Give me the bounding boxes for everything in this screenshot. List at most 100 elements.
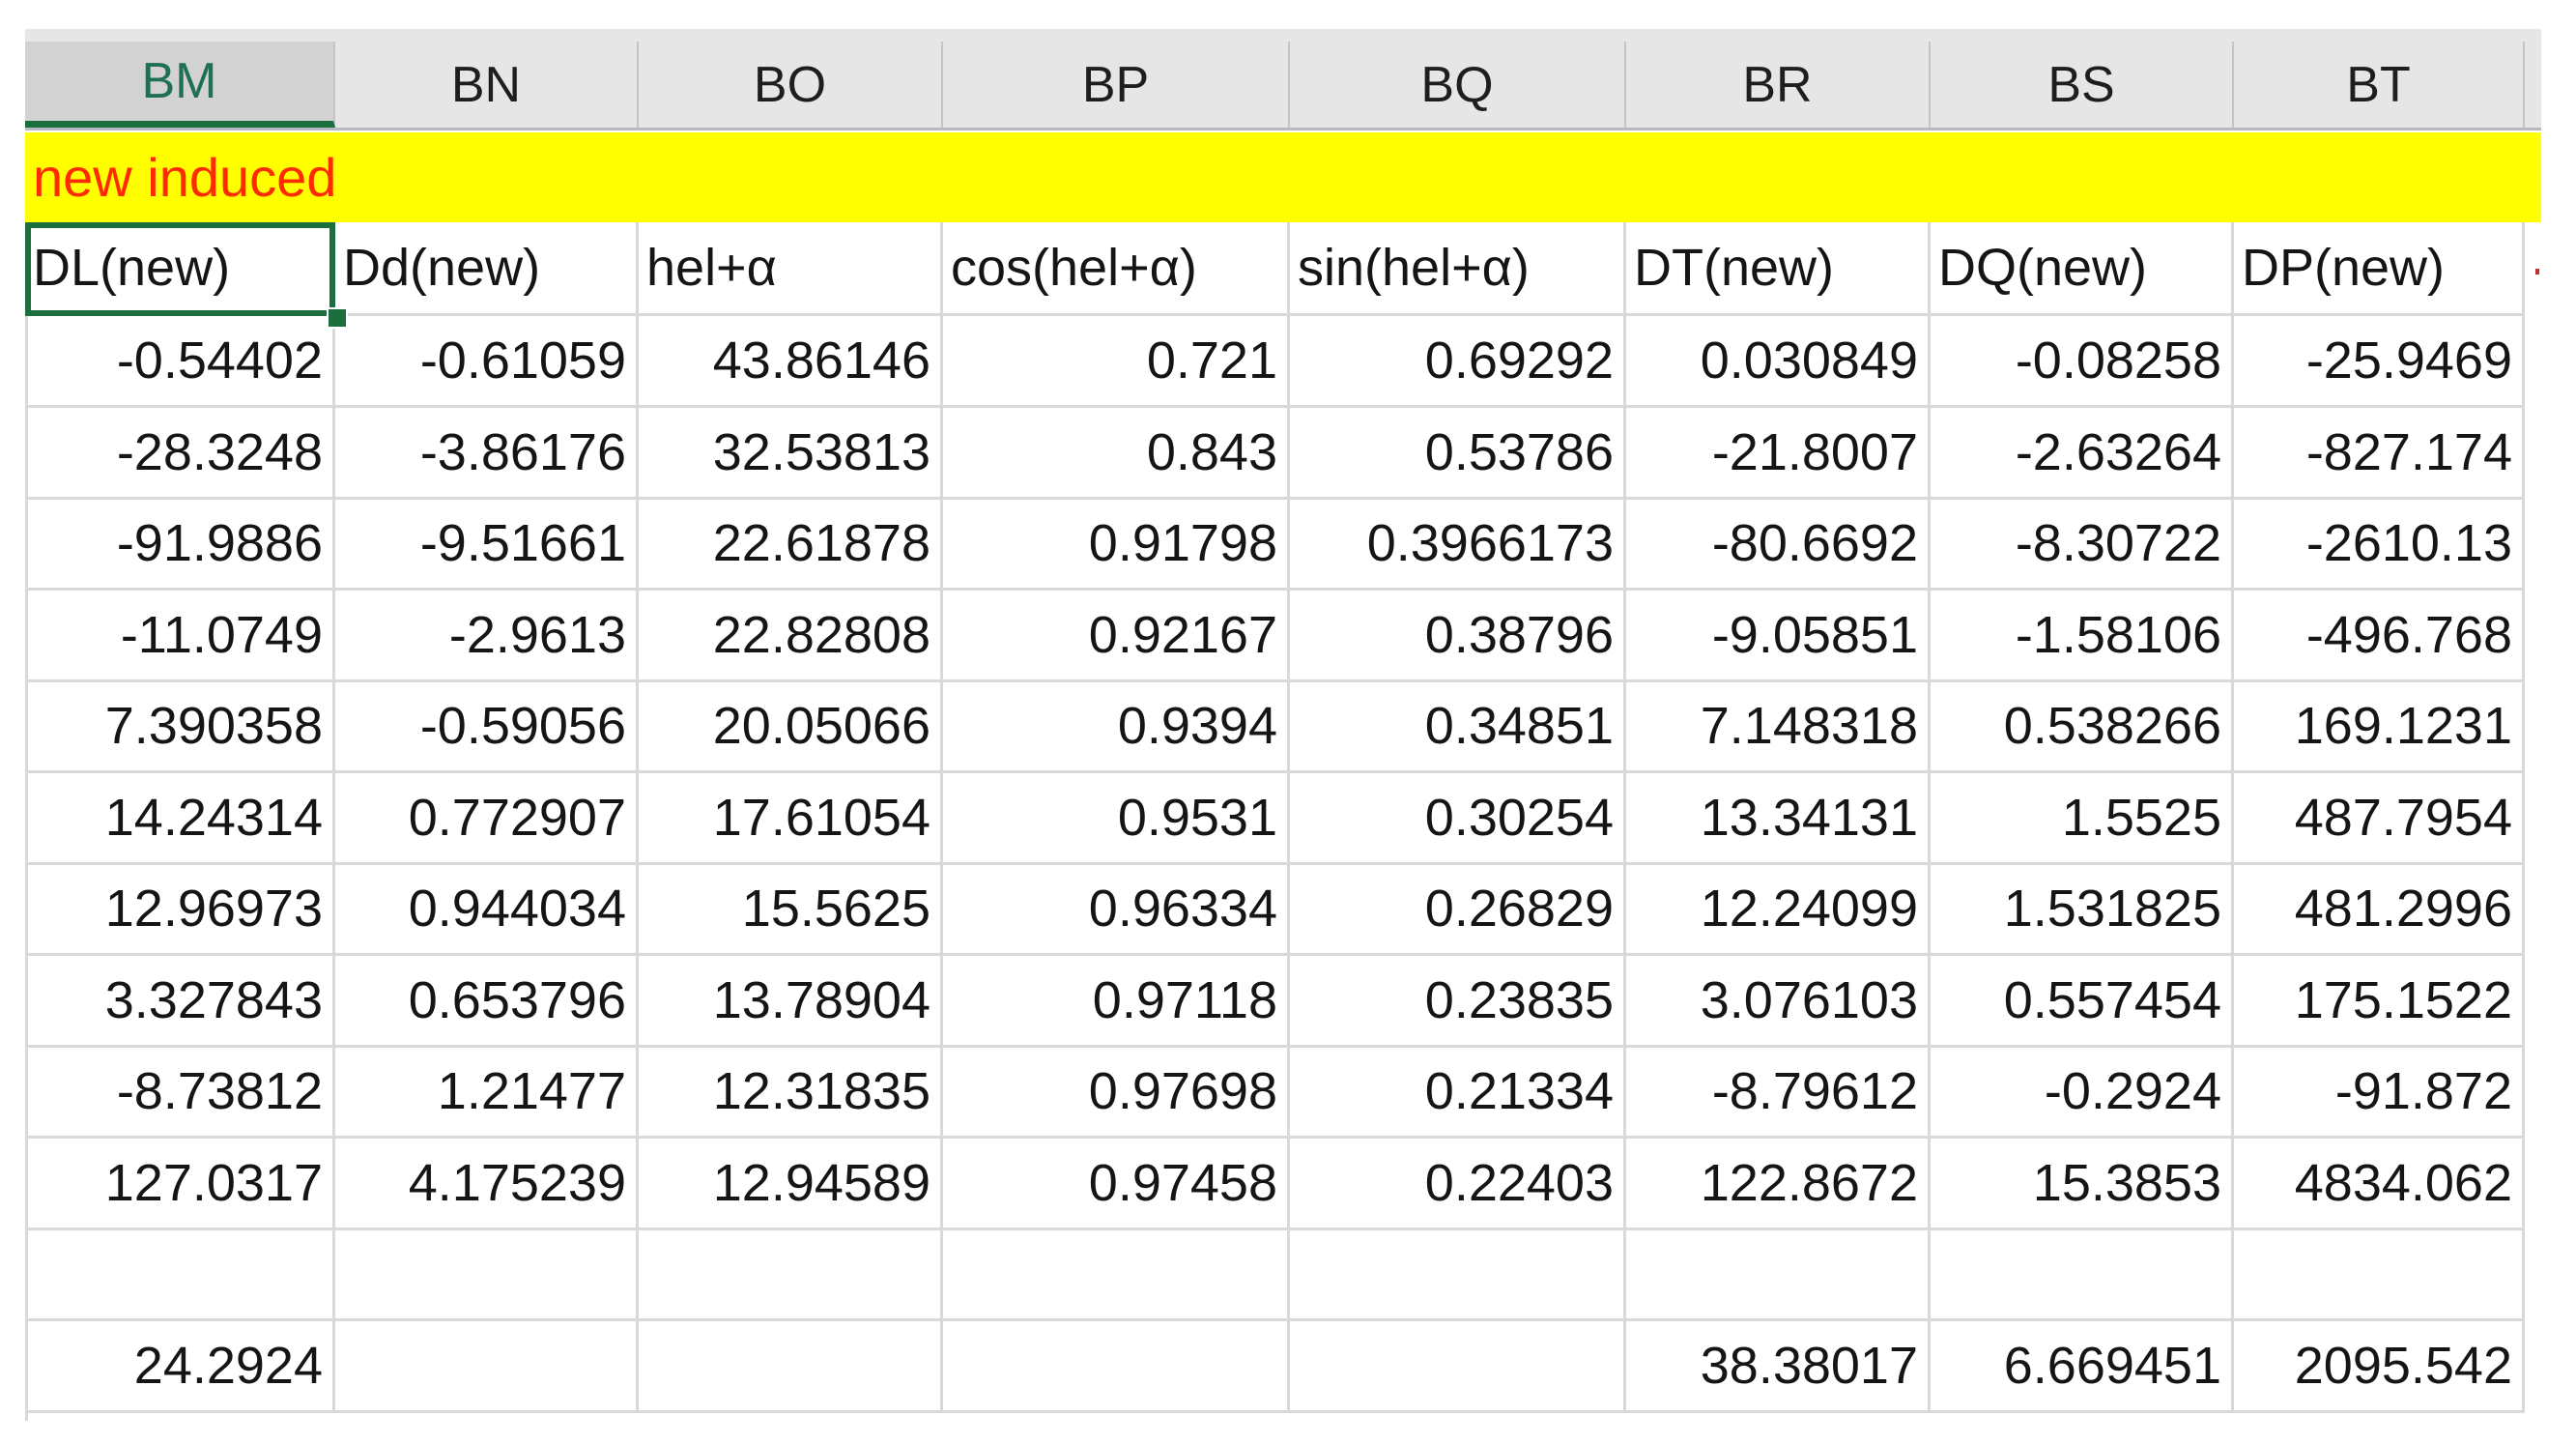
data-cell[interactable]: 0.538266	[1931, 681, 2234, 773]
data-cell[interactable]	[943, 1321, 1290, 1413]
data-cell[interactable]	[335, 1229, 639, 1321]
data-cell[interactable]: 1.531825	[1931, 864, 2234, 956]
data-cell[interactable]: 0.26829	[1290, 864, 1626, 956]
data-cell[interactable]	[2234, 1229, 2525, 1321]
data-cell[interactable]: 13.34131	[1626, 773, 1931, 865]
data-cell[interactable]: 24.2924	[25, 1321, 335, 1413]
data-cell[interactable]: 1.21477	[335, 1047, 639, 1139]
data-cell[interactable]: 4834.062	[2234, 1139, 2525, 1230]
column-header-bq[interactable]: BQ	[1290, 42, 1626, 128]
data-cell[interactable]: -91.9886	[25, 499, 335, 591]
data-cell[interactable]: 0.030849	[1626, 316, 1931, 408]
data-cell[interactable]: 127.0317	[25, 1139, 335, 1230]
column-header-br[interactable]: BR	[1626, 42, 1931, 128]
data-cell[interactable]: 0.97458	[943, 1139, 1290, 1230]
data-cell[interactable]	[1626, 1229, 1931, 1321]
data-cell[interactable]: -496.768	[2234, 591, 2525, 682]
label-cell[interactable]: hel+α	[639, 222, 943, 316]
data-cell[interactable]: 6.669451	[1931, 1321, 2234, 1413]
data-cell[interactable]: -827.174	[2234, 408, 2525, 500]
data-cell[interactable]: 0.91798	[943, 499, 1290, 591]
data-cell[interactable]: 38.38017	[1626, 1321, 1931, 1413]
data-cell[interactable]: 0.843	[943, 408, 1290, 500]
data-cell[interactable]: 0.97118	[943, 956, 1290, 1048]
data-cell[interactable]: 0.3966173	[1290, 499, 1626, 591]
fill-handle[interactable]	[327, 307, 348, 329]
data-cell[interactable]: 3.327843	[25, 956, 335, 1048]
data-cell[interactable]: 15.5625	[639, 864, 943, 956]
data-cell[interactable]: 0.69292	[1290, 316, 1626, 408]
data-cell[interactable]: -2610.13	[2234, 499, 2525, 591]
data-cell[interactable]: -9.51661	[335, 499, 639, 591]
data-cell[interactable]: -8.30722	[1931, 499, 2234, 591]
data-cell[interactable]: 12.31835	[639, 1047, 943, 1139]
data-cell[interactable]: 175.1522	[2234, 956, 2525, 1048]
data-cell[interactable]	[639, 1321, 943, 1413]
label-cell[interactable]: cos(hel+α)	[943, 222, 1290, 316]
data-cell[interactable]: -0.54402	[25, 316, 335, 408]
data-cell[interactable]: 0.557454	[1931, 956, 2234, 1048]
data-cell[interactable]: -0.59056	[335, 681, 639, 773]
data-cell[interactable]: 0.97698	[943, 1047, 1290, 1139]
data-cell[interactable]: 20.05066	[639, 681, 943, 773]
data-cell[interactable]	[335, 1321, 639, 1413]
data-cell[interactable]: 22.61878	[639, 499, 943, 591]
data-cell[interactable]: 12.96973	[25, 864, 335, 956]
data-cell[interactable]: 0.9531	[943, 773, 1290, 865]
data-cell[interactable]: 15.3853	[1931, 1139, 2234, 1230]
data-cell[interactable]	[1290, 1321, 1626, 1413]
data-cell[interactable]: -0.61059	[335, 316, 639, 408]
column-header-bt[interactable]: BT	[2234, 42, 2525, 128]
data-cell[interactable]	[25, 1229, 335, 1321]
data-cell[interactable]: 14.24314	[25, 773, 335, 865]
banner-row[interactable]: new induced	[25, 132, 2541, 222]
data-cell[interactable]: 3.076103	[1626, 956, 1931, 1048]
data-cell[interactable]: -1.58106	[1931, 591, 2234, 682]
data-cell[interactable]: 0.34851	[1290, 681, 1626, 773]
data-cell[interactable]: 32.53813	[639, 408, 943, 500]
label-cell[interactable]: DL(new)	[25, 222, 335, 316]
data-cell[interactable]: 1.5525	[1931, 773, 2234, 865]
data-cell[interactable]: 0.653796	[335, 956, 639, 1048]
data-cell[interactable]: -0.2924	[1931, 1047, 2234, 1139]
data-cell[interactable]: -25.9469	[2234, 316, 2525, 408]
label-cell[interactable]: DQ(new)	[1931, 222, 2234, 316]
data-cell[interactable]: 0.23835	[1290, 956, 1626, 1048]
data-cell[interactable]: 0.53786	[1290, 408, 1626, 500]
column-header-bm[interactable]: BM	[25, 42, 335, 128]
column-header-bs[interactable]: BS	[1931, 42, 2234, 128]
data-cell[interactable]: 7.390358	[25, 681, 335, 773]
column-header-bn[interactable]: BN	[335, 42, 639, 128]
label-cell[interactable]: DP(new)	[2234, 222, 2525, 316]
data-cell[interactable]: -2.9613	[335, 591, 639, 682]
column-header-bp[interactable]: BP	[943, 42, 1290, 128]
data-cell[interactable]: 122.8672	[1626, 1139, 1931, 1230]
data-cell[interactable]	[639, 1229, 943, 1321]
data-cell[interactable]: -80.6692	[1626, 499, 1931, 591]
data-cell[interactable]: 22.82808	[639, 591, 943, 682]
data-cell[interactable]: 0.92167	[943, 591, 1290, 682]
data-cell[interactable]: -0.08258	[1931, 316, 2234, 408]
data-cell[interactable]: 7.148318	[1626, 681, 1931, 773]
data-cell[interactable]: 13.78904	[639, 956, 943, 1048]
data-cell[interactable]	[1931, 1229, 2234, 1321]
data-cell[interactable]: 0.38796	[1290, 591, 1626, 682]
label-cell[interactable]: sin(hel+α)	[1290, 222, 1626, 316]
data-cell[interactable]: 0.30254	[1290, 773, 1626, 865]
data-cell[interactable]: -2.63264	[1931, 408, 2234, 500]
data-cell[interactable]	[1290, 1229, 1626, 1321]
data-cell[interactable]: -28.3248	[25, 408, 335, 500]
data-cell[interactable]: 0.22403	[1290, 1139, 1626, 1230]
data-cell[interactable]: -11.0749	[25, 591, 335, 682]
data-cell[interactable]: 12.94589	[639, 1139, 943, 1230]
data-cell[interactable]: -21.8007	[1626, 408, 1931, 500]
data-cell[interactable]: -3.86176	[335, 408, 639, 500]
data-cell[interactable]: 12.24099	[1626, 864, 1931, 956]
data-cell[interactable]: 43.86146	[639, 316, 943, 408]
label-cell[interactable]: Dd(new)	[335, 222, 639, 316]
data-cell[interactable]: 169.1231	[2234, 681, 2525, 773]
data-cell[interactable]: 17.61054	[639, 773, 943, 865]
data-cell[interactable]: 0.21334	[1290, 1047, 1626, 1139]
data-cell[interactable]: -9.05851	[1626, 591, 1931, 682]
data-cell[interactable]: -8.79612	[1626, 1047, 1931, 1139]
